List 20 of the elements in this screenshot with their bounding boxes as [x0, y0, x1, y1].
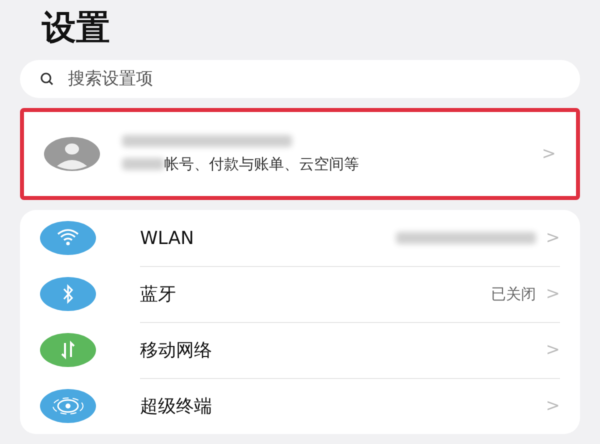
chevron-icon: >	[546, 396, 560, 416]
account-subtitle: 帐号、付款与账单、云空间等	[164, 154, 359, 174]
settings-item[interactable]: 蓝牙 已关闭 >	[40, 266, 560, 322]
settings-item[interactable]: WLAN >	[40, 210, 560, 266]
avatar-icon	[44, 137, 100, 171]
chevron-icon: >	[542, 144, 556, 164]
chevron-icon: >	[546, 228, 560, 248]
item-label: 超级终端	[140, 395, 213, 418]
item-label: 移动网络	[140, 339, 213, 362]
blurred-text	[122, 158, 164, 170]
settings-item[interactable]: 超级终端 >	[40, 378, 560, 434]
chevron-icon: >	[546, 284, 560, 304]
search-field[interactable]: 搜索设置项	[20, 60, 580, 98]
item-label: 蓝牙	[140, 283, 177, 306]
settings-item[interactable]: 移动网络 >	[40, 322, 560, 378]
account-card[interactable]: 帐号、付款与账单、云空间等 >	[20, 108, 580, 200]
page-title: 设置	[42, 7, 111, 50]
item-status: 已关闭	[490, 284, 536, 304]
chevron-icon: >	[546, 340, 560, 360]
item-label: WLAN	[140, 228, 196, 248]
